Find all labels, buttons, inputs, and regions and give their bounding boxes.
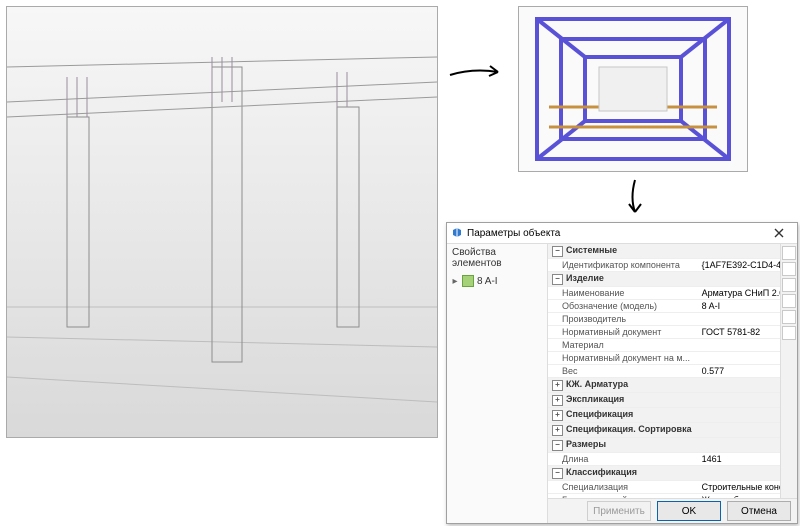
tree-root-row[interactable]: ▸ 8 A-I bbox=[451, 274, 543, 288]
property-group-label: Системные bbox=[566, 245, 617, 255]
property-group-label: КЖ. Арматура bbox=[566, 379, 628, 389]
property-group-label: Спецификация. Сортировка bbox=[566, 424, 692, 434]
property-value[interactable] bbox=[699, 339, 780, 352]
tree-header: Свойства элементов bbox=[447, 244, 547, 272]
property-key: Идентификатор компонента bbox=[548, 259, 699, 272]
tool-filter-icon[interactable] bbox=[782, 278, 796, 292]
element-tree-pane: Свойства элементов ▸ 8 A-I bbox=[447, 244, 548, 523]
property-key: Вес bbox=[548, 365, 699, 378]
property-value[interactable] bbox=[699, 352, 780, 365]
grid-toolbar bbox=[780, 244, 797, 498]
tree-root-label: 8 A-I bbox=[477, 276, 498, 287]
collapse-icon[interactable]: − bbox=[552, 246, 563, 257]
ok-button[interactable]: OK bbox=[657, 501, 721, 521]
property-key: Материал bbox=[548, 339, 699, 352]
property-row[interactable]: СпециализацияСтроительные конструкции bbox=[548, 481, 780, 494]
property-key: Нормативный документ на м... bbox=[548, 352, 699, 365]
dialog-footer: Применить OK Отмена bbox=[548, 498, 797, 523]
property-value[interactable]: {1AF7E392-C1D4-4BA6-9850-1CF6B73CDD0D} bbox=[699, 259, 780, 272]
property-row[interactable]: Нормативный документ на м... bbox=[548, 352, 780, 365]
arrow-down bbox=[620, 178, 650, 218]
tool-categorize-icon[interactable] bbox=[782, 246, 796, 260]
apply-button[interactable]: Применить bbox=[587, 501, 651, 521]
property-row[interactable]: Идентификатор компонента{1AF7E392-C1D4-4… bbox=[548, 259, 780, 272]
expand-icon[interactable]: + bbox=[552, 410, 563, 421]
property-group-label: Классификация bbox=[566, 467, 637, 477]
property-value[interactable]: 1461 bbox=[699, 453, 780, 466]
titlebar[interactable]: Параметры объекта bbox=[447, 223, 797, 244]
arrow-right bbox=[448, 60, 508, 90]
property-row[interactable]: НаименованиеАрматура СНиП 2.03.01-84 bbox=[548, 287, 780, 300]
app-icon bbox=[451, 227, 463, 239]
property-value[interactable] bbox=[699, 313, 780, 326]
viewport-main-svg bbox=[7, 7, 437, 437]
property-group-label: Экспликация bbox=[566, 394, 624, 404]
viewport-main[interactable] bbox=[6, 6, 438, 438]
property-row[interactable]: Производитель bbox=[548, 313, 780, 326]
property-row[interactable]: Нормативный документГОСТ 5781-82 bbox=[548, 326, 780, 339]
property-group[interactable]: −Классификация bbox=[548, 466, 780, 481]
property-key: Длина bbox=[548, 453, 699, 466]
expand-icon[interactable]: + bbox=[552, 425, 563, 436]
rebar-icon bbox=[462, 275, 474, 287]
tree-expander-icon[interactable]: ▸ bbox=[451, 276, 459, 287]
tool-collapse-icon[interactable] bbox=[782, 310, 796, 324]
expand-icon[interactable]: + bbox=[552, 395, 563, 406]
property-group[interactable]: +Экспликация bbox=[548, 393, 780, 408]
property-group-label: Изделие bbox=[566, 273, 604, 283]
property-key: Нормативный документ bbox=[548, 326, 699, 339]
tool-help-icon[interactable] bbox=[782, 326, 796, 340]
property-group[interactable]: +Спецификация bbox=[548, 408, 780, 423]
viewport-detail-svg bbox=[519, 7, 747, 171]
property-group-label: Размеры bbox=[566, 439, 606, 449]
property-value[interactable]: 0.577 bbox=[699, 365, 780, 378]
property-group[interactable]: −Системные bbox=[548, 244, 780, 259]
property-group[interactable]: +Спецификация. Сортировка bbox=[548, 423, 780, 438]
expand-icon[interactable]: + bbox=[552, 380, 563, 391]
collapse-icon[interactable]: − bbox=[552, 468, 563, 479]
property-grid[interactable]: −СистемныеИдентификатор компонента{1AF7E… bbox=[548, 244, 780, 498]
object-parameters-dialog: Параметры объекта Свойства элементов ▸ 8… bbox=[446, 222, 798, 524]
property-group[interactable]: −Размеры bbox=[548, 438, 780, 453]
property-group[interactable]: +КЖ. Арматура bbox=[548, 378, 780, 393]
property-row[interactable]: Материал bbox=[548, 339, 780, 352]
property-value[interactable]: Арматура СНиП 2.03.01-84 bbox=[699, 287, 780, 300]
collapse-icon[interactable]: − bbox=[552, 440, 563, 451]
tool-expand-icon[interactable] bbox=[782, 294, 796, 308]
close-button[interactable] bbox=[765, 224, 793, 242]
property-value[interactable]: Строительные конструкции bbox=[699, 481, 780, 494]
collapse-icon[interactable]: − bbox=[552, 274, 563, 285]
property-key: Обозначение (модель) bbox=[548, 300, 699, 313]
property-row[interactable]: Вес0.577 bbox=[548, 365, 780, 378]
close-icon bbox=[774, 228, 784, 238]
property-row[interactable]: Длина1461 bbox=[548, 453, 780, 466]
dialog-title: Параметры объекта bbox=[467, 228, 560, 239]
property-group-label: Спецификация bbox=[566, 409, 633, 419]
property-value[interactable]: 8 A-I bbox=[699, 300, 780, 313]
property-key: Производитель bbox=[548, 313, 699, 326]
viewport-detail[interactable] bbox=[518, 6, 748, 172]
property-key: Специализация bbox=[548, 481, 699, 494]
property-group[interactable]: −Изделие bbox=[548, 272, 780, 287]
property-row[interactable]: Обозначение (модель)8 A-I bbox=[548, 300, 780, 313]
cancel-button[interactable]: Отмена bbox=[727, 501, 791, 521]
element-tree[interactable]: ▸ 8 A-I bbox=[447, 272, 547, 290]
tool-alpha-sort-icon[interactable] bbox=[782, 262, 796, 276]
property-key: Наименование bbox=[548, 287, 699, 300]
property-value[interactable]: ГОСТ 5781-82 bbox=[699, 326, 780, 339]
